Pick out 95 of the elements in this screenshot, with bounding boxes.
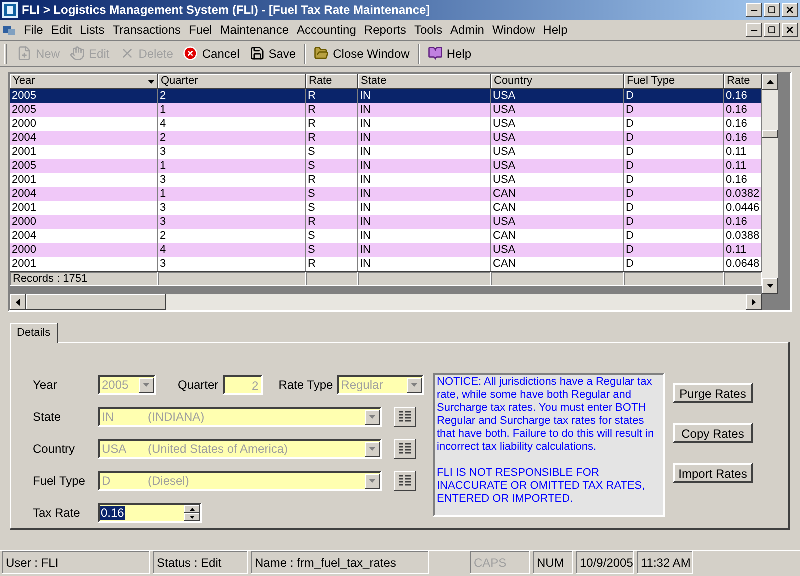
column-header[interactable]: Country bbox=[491, 74, 624, 89]
toolbar-button[interactable]: Cancel bbox=[179, 42, 244, 64]
table-row[interactable]: 2004 2 S IN CAN D 0.0388 bbox=[10, 229, 762, 243]
column-header[interactable]: Quarter bbox=[158, 74, 306, 89]
column-header[interactable]: Fuel Type bbox=[624, 74, 724, 89]
table-row[interactable]: 2000 4 R IN USA D 0.16 bbox=[10, 117, 762, 131]
scroll-down-icon[interactable] bbox=[762, 278, 778, 294]
field-label: Tax Rate bbox=[33, 505, 82, 522]
list-icon bbox=[398, 411, 412, 423]
status-panel: Name : frm_fuel_tax_rates bbox=[251, 551, 429, 574]
toolbar-button[interactable]: Save bbox=[246, 42, 300, 64]
list-button[interactable] bbox=[394, 407, 416, 427]
restore-icon bbox=[768, 26, 776, 34]
app-logo-icon bbox=[2, 2, 18, 18]
table-row[interactable]: 2005 1 R IN USA D 0.16 bbox=[10, 103, 762, 117]
status-panel: Status : Edit bbox=[153, 551, 248, 574]
close-button[interactable] bbox=[782, 23, 798, 37]
column-header[interactable]: Rate bbox=[724, 74, 762, 89]
minimize-button[interactable] bbox=[746, 3, 762, 17]
restore-button[interactable] bbox=[764, 3, 780, 17]
column-header[interactable]: Rate bbox=[306, 74, 358, 89]
toolbar-button[interactable]: Close Window bbox=[310, 42, 414, 64]
scroll-thumb[interactable] bbox=[762, 130, 778, 138]
vertical-scrollbar[interactable] bbox=[762, 74, 778, 294]
status-panel: 10/9/2005 bbox=[576, 551, 634, 574]
notice-text: FLI IS NOT RESPONSIBLE FOR INACCURATE OR OMITTED TAX RATES, ENTERED OR IMPORTED. bbox=[437, 467, 646, 506]
menu-item[interactable]: Transactions bbox=[108, 21, 185, 39]
menu-item[interactable]: Admin bbox=[446, 21, 488, 39]
column-header[interactable]: Year bbox=[10, 74, 158, 89]
field-label: Rate Type bbox=[278, 377, 334, 394]
minimize-button[interactable] bbox=[746, 23, 762, 37]
tab[interactable]: Details bbox=[10, 323, 58, 343]
records-count: Records : 1751 bbox=[10, 272, 158, 286]
spin-down-icon[interactable] bbox=[184, 513, 200, 521]
menu-item[interactable]: Fuel bbox=[184, 21, 216, 39]
list-icon bbox=[398, 475, 412, 487]
table-row[interactable]: 2001 3 S IN CAN D 0.0446 bbox=[10, 201, 762, 215]
field-label: Year bbox=[33, 377, 58, 394]
menu-item[interactable]: Lists bbox=[76, 21, 109, 39]
tax-rate-spinner[interactable]: 0.16 bbox=[98, 503, 202, 523]
action-button[interactable]: Import Rates bbox=[673, 463, 753, 483]
menu-item[interactable]: Accounting bbox=[293, 21, 360, 39]
menu-item[interactable]: Tools bbox=[410, 21, 446, 39]
field-label: State bbox=[33, 409, 62, 426]
menu-item[interactable]: Reports bbox=[360, 21, 410, 39]
sort-arrow-icon bbox=[148, 80, 155, 84]
save-icon bbox=[250, 46, 265, 61]
window-title: FLI > Logistics Management System (FLI) - [Fuel Tax Rate Maintenance] bbox=[22, 2, 432, 19]
scroll-right-icon[interactable] bbox=[746, 294, 762, 310]
field-label: Fuel Type bbox=[33, 473, 86, 490]
restore-button[interactable] bbox=[764, 23, 780, 37]
field-label: Country bbox=[33, 441, 76, 458]
table-row[interactable]: 2000 4 S IN USA D 0.11 bbox=[10, 243, 762, 257]
folder-icon bbox=[314, 46, 330, 61]
status-panel: NUM bbox=[533, 551, 573, 574]
list-button[interactable] bbox=[394, 471, 416, 491]
table-row[interactable]: 2004 1 S IN CAN D 0.0382 bbox=[10, 187, 762, 201]
new-document-icon bbox=[17, 46, 32, 61]
scroll-left-icon[interactable] bbox=[10, 294, 26, 310]
horizontal-scrollbar[interactable] bbox=[10, 294, 762, 310]
footer-cell bbox=[306, 272, 358, 286]
table-row[interactable]: 2001 3 R IN USA D 0.16 bbox=[10, 173, 762, 187]
table-row[interactable]: 2001 3 S IN USA D 0.11 bbox=[10, 145, 762, 159]
scroll-thumb[interactable] bbox=[26, 294, 166, 310]
table-row[interactable]: 2000 3 R IN USA D 0.16 bbox=[10, 215, 762, 229]
notice-text: NOTICE: All jurisdictions have a Regular tax rate, while some have both Regular and Surcharge tax rates. You must enter BOTH Regular and Surcharge tax rates for states that have both. Failure to do this will result in incorrect tax liability calculations. bbox=[437, 376, 656, 454]
hand-icon bbox=[70, 46, 86, 61]
menu-item[interactable]: Edit bbox=[47, 21, 76, 39]
close-button[interactable] bbox=[782, 3, 798, 17]
restore-icon bbox=[768, 6, 776, 14]
action-button[interactable]: Copy Rates bbox=[673, 423, 753, 443]
cancel-icon bbox=[183, 46, 198, 61]
toolbar-button[interactable]: Help bbox=[424, 42, 476, 64]
table-row[interactable]: 2004 2 R IN USA D 0.16 bbox=[10, 131, 762, 145]
menu-item[interactable]: File bbox=[20, 21, 48, 39]
scroll-up-icon[interactable] bbox=[762, 74, 778, 90]
menu-item[interactable]: Help bbox=[539, 21, 572, 39]
mdi-child-icon bbox=[2, 24, 16, 36]
status-panel: 11:32 AM bbox=[637, 551, 693, 574]
close-icon bbox=[785, 5, 795, 15]
table-row[interactable]: 2005 2 R IN USA D 0.16 bbox=[10, 89, 762, 103]
menu-item[interactable]: Maintenance bbox=[216, 21, 294, 39]
menu-item[interactable]: Window bbox=[488, 21, 540, 39]
help-book-icon bbox=[428, 46, 443, 61]
status-panel: User : FLI bbox=[2, 551, 150, 574]
footer-cell bbox=[724, 272, 762, 286]
field-label: Quarter bbox=[178, 377, 219, 394]
table-row[interactable]: 2001 3 R IN CAN D 0.0648 bbox=[10, 257, 762, 271]
close-icon bbox=[785, 25, 795, 35]
table-row[interactable]: 2005 1 S IN USA D 0.11 bbox=[10, 159, 762, 173]
list-icon bbox=[398, 443, 412, 455]
column-header[interactable]: State bbox=[358, 74, 491, 89]
spin-up-icon[interactable] bbox=[184, 505, 200, 513]
list-button[interactable] bbox=[394, 439, 416, 459]
action-button[interactable]: Purge Rates bbox=[673, 383, 753, 403]
